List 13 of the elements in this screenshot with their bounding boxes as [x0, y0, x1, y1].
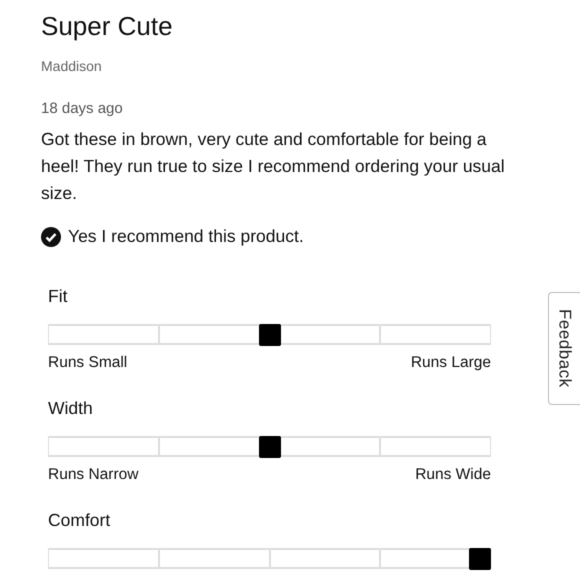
scale-low-label: Runs Narrow — [48, 466, 138, 484]
scale-low-label: Runs Small — [48, 354, 128, 372]
rating-label: Comfort — [48, 509, 112, 531]
review-text: Got these in brown, very cute and comfortable for being a heel! They run true to size I recommend ordering your usual size. — [41, 128, 506, 205]
scale-high-label: Runs Wide — [415, 466, 491, 484]
rating-label: Width — [48, 397, 94, 419]
reviewer-name: Maddison — [41, 57, 103, 75]
feedback-tab[interactable]: Feedback — [548, 292, 580, 405]
rating-label: Fit — [48, 285, 68, 307]
scale-high-label: Runs Large — [410, 354, 491, 372]
review-title: Super Cute — [41, 10, 174, 43]
review-date: 18 days ago — [41, 100, 124, 118]
recommend-text: Yes I recommend this product. — [68, 226, 304, 247]
